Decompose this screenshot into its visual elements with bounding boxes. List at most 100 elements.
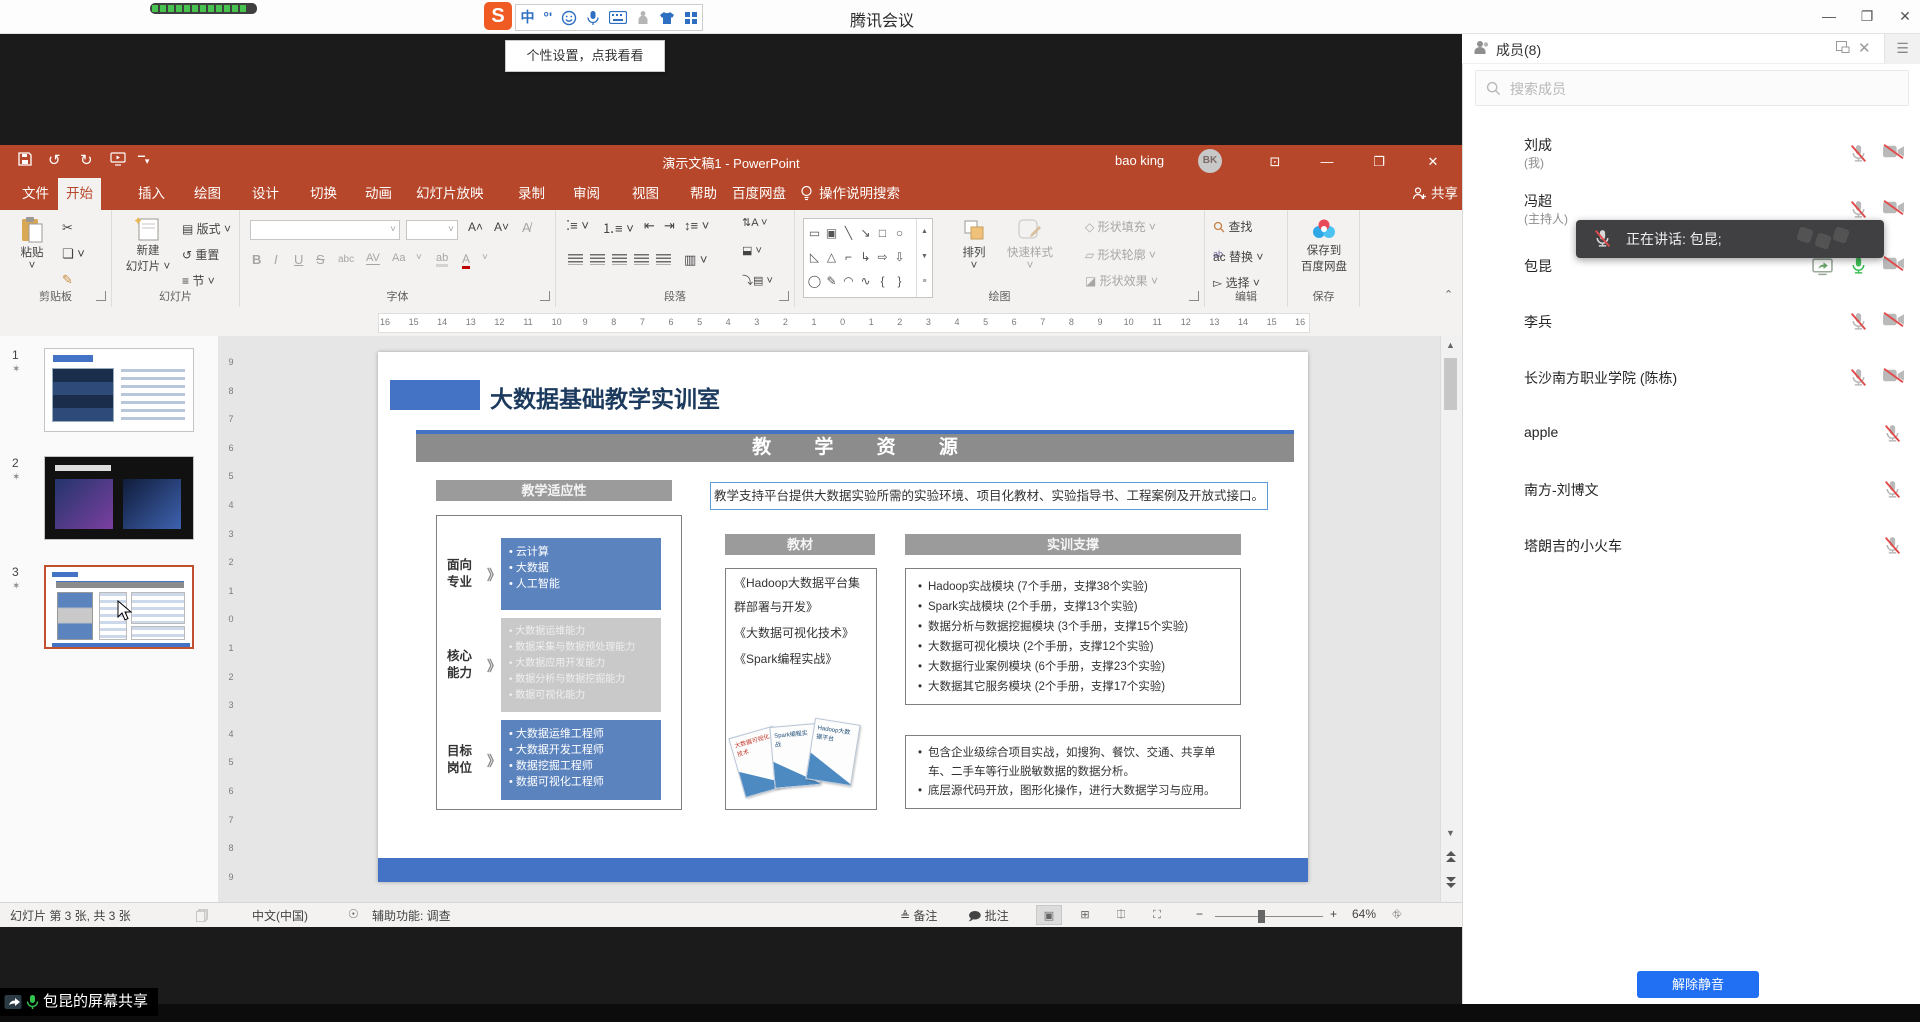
menu-tab-1[interactable]: 文件 [14,178,57,210]
share-button[interactable]: 共享 [1412,178,1458,210]
toolbox-grid-icon[interactable] [684,11,698,25]
mic-muted-icon[interactable] [1848,143,1870,165]
shrink-font-icon[interactable]: A˅ [494,220,509,234]
paragraph-dialog-launcher[interactable] [779,291,789,301]
new-slide-button[interactable]: 新建幻灯片 ˅ [122,216,174,274]
spellcheck-icon[interactable]: 🗍 [196,907,208,928]
slide-thumbnail-2[interactable] [44,456,194,540]
normal-view-button[interactable]: ▣ [1036,905,1062,925]
camera-off-icon[interactable] [1882,143,1904,165]
find-button[interactable]: 查找 [1213,218,1252,235]
camera-off-icon[interactable] [1882,311,1904,333]
menu-tab-4[interactable]: 绘图 [186,178,229,210]
voice-input-icon[interactable] [586,10,600,26]
zoom-in-icon[interactable]: + [1330,907,1337,921]
menu-tab-7[interactable]: 动画 [357,178,400,210]
strikethrough-icon[interactable]: S [316,252,325,267]
layout-button[interactable]: ▤ 版式 ˅ [182,220,231,237]
member-row-7[interactable]: 南方-刘博文 [1462,462,1920,518]
quick-styles-button[interactable]: 快速样式˅ [999,216,1061,272]
mic-muted-icon[interactable] [1848,367,1870,389]
ribbon-display-options-icon[interactable]: ⊡ [1262,152,1288,172]
shape-glyph[interactable]: ○ [891,221,908,245]
menu-tab-3[interactable]: 插入 [130,178,173,210]
mic-muted-icon[interactable] [1848,311,1870,333]
align-right-icon[interactable] [612,254,627,265]
paste-button[interactable]: 粘贴˅ [12,216,52,272]
save-to-baidu-button[interactable]: 保存到百度网盘 [1296,216,1352,274]
shape-fill-button[interactable]: ◇ 形状填充 ˅ [1085,218,1156,235]
case-caret[interactable]: ˅ [416,252,422,263]
change-case-icon[interactable]: Aa [392,252,405,264]
menu-tab-11[interactable]: 视图 [624,178,667,210]
camera-off-icon[interactable] [1882,367,1904,389]
shape-glyph[interactable]: ◺ [806,245,823,269]
smartart-convert-icon[interactable]: ⤵▤ ˅ [742,272,773,288]
search-input[interactable] [1508,75,1892,103]
undo-icon[interactable]: ↺ [48,152,61,170]
align-left-icon[interactable] [568,254,583,265]
scrollbar-thumb[interactable] [1444,358,1457,410]
grow-font-icon[interactable]: A˄ [468,220,483,234]
shape-glyph[interactable]: ↘ [857,221,874,245]
slide-scrollbar[interactable]: ▲ ▼ [1440,336,1461,902]
menu-tab-8[interactable]: 幻灯片放映 [408,178,492,210]
accessibility-status[interactable]: 辅助功能: 调查 [372,907,451,924]
menu-tab-9[interactable]: 录制 [510,178,553,210]
screen-share-indicator[interactable]: 包昆的屏幕共享 [0,988,158,1016]
menu-tab-13[interactable]: 百度网盘 [724,178,794,210]
save-icon[interactable] [18,152,32,166]
fit-to-window-icon[interactable]: ⛗ [1392,907,1402,922]
ppt-close-button[interactable]: ✕ [1420,152,1446,172]
numbering-icon[interactable]: ⒈≡ ˅ [602,218,634,237]
italic-icon[interactable]: I [274,252,278,267]
mic-muted-icon[interactable] [1882,479,1904,501]
mic-muted-icon[interactable] [1848,199,1870,221]
font-color-caret[interactable]: ˅ [482,252,488,263]
decrease-indent-icon[interactable]: ⇤ [644,218,655,234]
shape-glyph[interactable]: △ [823,245,840,269]
sogou-ime-logo-icon[interactable]: S [484,2,512,30]
unmute-button[interactable]: 解除静音 [1637,971,1759,998]
language-indicator[interactable]: 中文(中国) [252,907,308,924]
clipboard-dialog-launcher[interactable] [96,291,106,301]
account-name[interactable]: bao king [1115,153,1164,168]
reading-view-button[interactable]: ⎅ [1108,905,1134,925]
sogou-ime-toolbar[interactable]: 中 °' [515,4,703,31]
copy-icon[interactable]: ❏ ˅ [62,246,85,262]
character-spacing-icon[interactable]: AV [366,252,380,265]
zoom-slider[interactable] [1215,916,1323,917]
menu-tab-6[interactable]: 切换 [302,178,345,210]
replace-label[interactable]: ac 替换 ˅ [1213,248,1263,265]
mic-on-icon[interactable] [1848,255,1870,277]
member-row-1[interactable]: 刘成(我) [1462,126,1920,182]
bullets-icon[interactable]: ⁚≡ ˅ [566,218,589,234]
font-dialog-launcher[interactable] [540,291,550,301]
ppt-minimize-button[interactable]: — [1314,152,1340,172]
reset-button[interactable]: ↺ 重置 [182,246,219,263]
shape-glyph[interactable]: ⇩ [891,245,908,269]
next-slide-button[interactable] [1443,876,1458,889]
camera-off-icon[interactable] [1882,199,1904,221]
highlight-color-icon[interactable]: ab [436,252,448,267]
menu-tab-2[interactable]: 开始 [58,178,101,210]
text-direction-icon[interactable]: ⇅A ˅ [742,216,767,229]
collapse-ribbon-icon[interactable]: ⌃ [1444,288,1453,301]
shape-glyph[interactable]: ▣ [823,221,840,245]
close-panel-icon[interactable]: ✕ [1858,39,1871,57]
account-avatar[interactable]: BK [1198,149,1222,173]
distribute-icon[interactable] [656,254,671,265]
start-slideshow-icon[interactable] [110,152,126,166]
previous-slide-button[interactable] [1443,850,1458,863]
taskbar[interactable] [0,1004,1920,1022]
scroll-up-icon[interactable]: ▲ [1443,340,1458,350]
justify-icon[interactable] [634,254,649,265]
member-row-8[interactable]: 塔朗吉的小火车 [1462,518,1920,574]
slide-thumbnail-panel[interactable]: 1✶2✶3✶ [0,336,219,902]
font-size-dropdown[interactable]: ˅ [406,220,458,240]
shapes-gallery[interactable]: ▭▣╲↘□○◺△⌐↳⇨⇩◯✎◠∿{} ▲▼≡ [803,218,933,298]
slide-thumbnail-1[interactable] [44,348,194,432]
window-restore-button[interactable]: ❐ [1856,6,1878,26]
skin-shirt-icon[interactable] [659,11,675,25]
popout-panel-icon[interactable] [1836,41,1850,53]
